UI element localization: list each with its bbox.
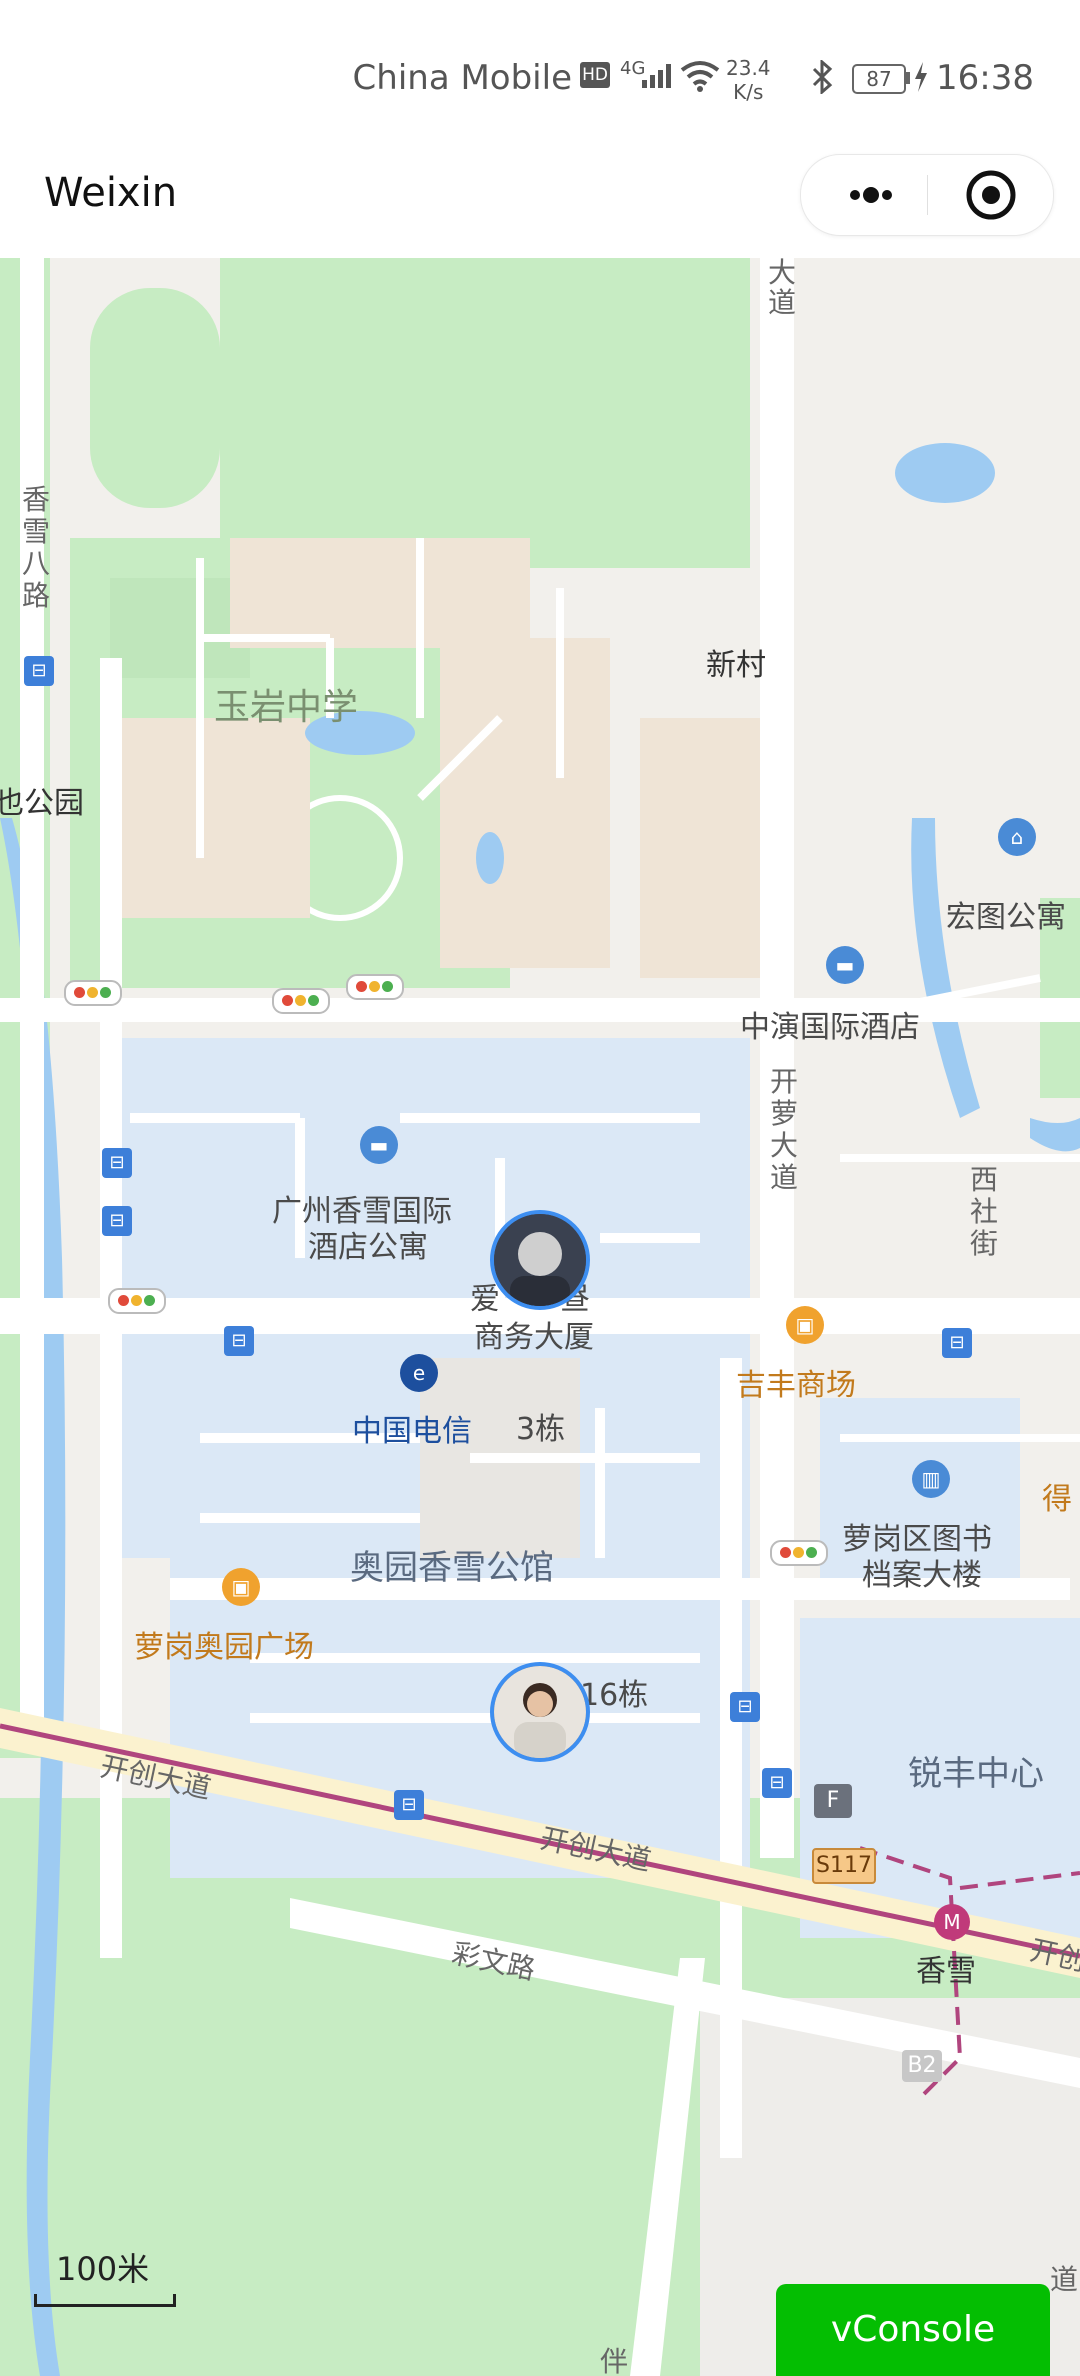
avatar [494, 1214, 586, 1306]
road-label-right: 道 [1050, 2263, 1079, 2296]
signal-icon [642, 64, 671, 88]
speed-value: 23.4 [726, 56, 771, 80]
bus-stop-icon[interactable]: ⊟ [762, 1768, 792, 1798]
map-scale: 100米 [34, 2244, 176, 2307]
mini-program-capsule [800, 154, 1054, 236]
carrier-label: China Mobile [352, 58, 572, 98]
bus-stop-icon[interactable]: ⊟ [224, 1326, 254, 1356]
poi-label-ruifeng: 锐丰中心 [908, 1754, 1044, 1794]
metro-station-icon[interactable]: M [934, 1904, 970, 1940]
hotel-icon-2: ▬ [360, 1126, 398, 1164]
residence-icon: ⌂ [998, 818, 1036, 856]
bus-stop-icon[interactable]: ⊟ [24, 656, 54, 686]
road-label-top: 大道 [768, 258, 797, 319]
road-label-xiangxue-8: 香雪八路 [22, 483, 51, 612]
clock: 16:38 [936, 58, 1034, 98]
poi-label-aoyuan-plaza: 萝岗奥园广场 [134, 1630, 314, 1665]
traffic-light-icon [346, 974, 404, 1000]
bluetooth-icon [812, 60, 833, 94]
metro-exit-f-badge: F [814, 1784, 852, 1818]
poi-label-hongtu: 宏图公寓 [946, 900, 1066, 935]
network-speed: 23.4 K/s [726, 56, 771, 104]
plaza-icon: ▣ [222, 1568, 260, 1606]
poi-label-park: 也公园 [0, 786, 84, 821]
avatar [494, 1666, 586, 1758]
capsule-divider [927, 175, 928, 215]
battery-indicator: 87 [852, 64, 906, 94]
scale-label: 100米 [56, 2250, 150, 2288]
bus-stop-icon[interactable]: ⊟ [394, 1790, 424, 1820]
close-button[interactable] [951, 155, 1031, 235]
mini-program-nav-bar: Weixin [0, 150, 1080, 258]
poi-label-building-3: 3栋 [516, 1412, 566, 1447]
telecom-icon: e [400, 1354, 438, 1392]
poi-label-jifeng: 吉丰商场 [736, 1368, 856, 1403]
scale-bar [34, 2294, 176, 2307]
bus-stop-icon[interactable]: ⊟ [942, 1328, 972, 1358]
battery-tip [906, 72, 910, 84]
metro-exit-b2-badge: B2 [902, 2050, 942, 2082]
poi-label-business-2: 商务大厦 [474, 1320, 594, 1355]
close-target-icon [966, 170, 1016, 220]
road-label-bottom: 伴 [600, 2345, 629, 2376]
road-label-xishe: 西社街 [970, 1163, 999, 1260]
map-view[interactable]: 大道 香雪八路 玉岩中学 也公园 新村 ⌂ 宏图公寓 ▬ 中演国际酒店 开萝大道… [0, 258, 1080, 2376]
traffic-light-icon [108, 1288, 166, 1314]
traffic-light-icon [272, 988, 330, 1014]
charging-icon [915, 62, 927, 92]
road-label-kailuo: 开萝大道 [770, 1065, 799, 1194]
vconsole-button[interactable]: vConsole [776, 2284, 1050, 2376]
poi-label-xincun: 新村 [706, 648, 766, 683]
poi-label-building-6: 16栋 [580, 1678, 649, 1713]
poi-label-yuyan-school: 玉岩中学 [214, 687, 359, 728]
more-button[interactable] [831, 155, 911, 235]
hotel-icon: ▬ [826, 946, 864, 984]
traffic-light-icon [770, 1540, 828, 1566]
shopping-icon: ▣ [786, 1306, 824, 1344]
speed-unit: K/s [733, 80, 764, 104]
poi-label-library-2: 档案大楼 [862, 1558, 982, 1593]
more-dots-icon [850, 187, 892, 203]
bus-stop-icon[interactable]: ⊟ [730, 1692, 760, 1722]
user-location-marker[interactable] [490, 1662, 590, 1762]
poi-label-xiangxue-hotel-2: 酒店公寓 [308, 1230, 428, 1265]
poi-label-china-telecom: 中国电信 [352, 1414, 472, 1449]
bus-stop-icon[interactable]: ⊟ [102, 1148, 132, 1178]
library-icon: ▥ [912, 1460, 950, 1498]
highway-s117-badge: S117 [812, 1848, 876, 1884]
hd-badge: HD [580, 62, 610, 88]
poi-label-zhongyan-hotel: 中演国际酒店 [740, 1010, 920, 1045]
traffic-light-icon [64, 980, 122, 1006]
poi-label-de: 得 [1042, 1482, 1072, 1517]
status-bar: China Mobile HD 4G 23.4 K/s 87 16:38 [0, 0, 1080, 150]
user-location-marker[interactable] [490, 1210, 590, 1310]
poi-label-aoyuan-apartment: 奥园香雪公馆 [350, 1548, 554, 1588]
page-title: Weixin [44, 170, 178, 216]
metro-label-xiangxue: 香雪 [916, 1954, 976, 1989]
wifi-icon [680, 61, 720, 92]
bus-stop-icon[interactable]: ⊟ [102, 1206, 132, 1236]
